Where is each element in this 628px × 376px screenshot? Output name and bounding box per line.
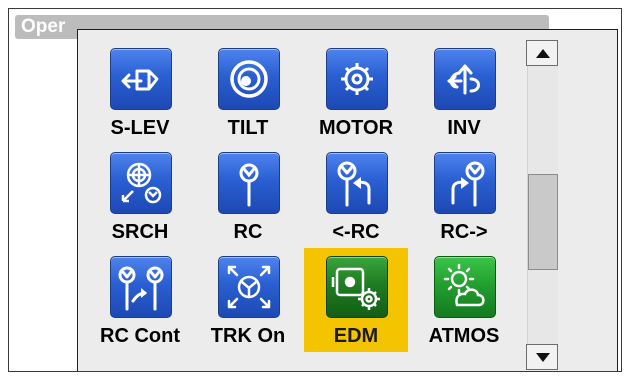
search-prism-icon [110, 152, 172, 214]
menu-item-rc-left[interactable]: <-RC [304, 144, 408, 248]
menu-item-label: RC [233, 221, 263, 243]
menu-item-label: RC Cont [100, 325, 180, 347]
menu-item-inv[interactable]: INV [412, 40, 516, 144]
menu-item-trk-on[interactable]: TRK On [196, 248, 300, 352]
window-title: Oper [21, 16, 66, 37]
edm-settings-icon [326, 256, 388, 318]
menu-item-label: TILT [227, 117, 269, 139]
menu-item-tilt[interactable]: TILT [196, 40, 300, 144]
tilt-icon [218, 48, 280, 110]
scroll-down-button[interactable] [526, 344, 558, 370]
menu-item-rc[interactable]: RC [196, 144, 300, 248]
menu-item-rc-right[interactable]: RC-> [412, 144, 516, 248]
scroll-up-button[interactable] [526, 40, 558, 66]
function-menu-popup: S-LEV TILT MOTOR INV SRCH RC <-RC RC-> R… [77, 29, 618, 371]
scrollbar-thumb[interactable] [528, 174, 558, 270]
menu-item-label: ATMOS [428, 325, 500, 347]
menu-item-motor[interactable]: MOTOR [304, 40, 408, 144]
menu-item-label: MOTOR [318, 117, 394, 139]
atmosphere-icon [434, 256, 496, 318]
s-lev-icon [110, 48, 172, 110]
tracking-icon [218, 256, 280, 318]
menu-item-s-lev[interactable]: S-LEV [88, 40, 192, 144]
rc-left-icon [326, 152, 388, 214]
menu-item-label: INV [447, 117, 481, 139]
arrow-down-icon [536, 353, 550, 362]
motor-gear-icon [326, 48, 388, 110]
menu-item-srch[interactable]: SRCH [88, 144, 192, 248]
menu-item-label: S-LEV [110, 117, 170, 139]
function-grid: S-LEV TILT MOTOR INV SRCH RC <-RC RC-> R… [88, 40, 528, 371]
remote-control-icon [218, 152, 280, 214]
menu-item-edm[interactable]: EDM [304, 248, 408, 352]
menu-item-rc-cont[interactable]: RC Cont [88, 248, 192, 352]
arrow-up-icon [536, 49, 550, 58]
menu-item-label: SRCH [111, 221, 169, 243]
menu-item-atmos[interactable]: ATMOS [412, 248, 516, 352]
main-screen: Oper S-LEV TILT MOTOR INV SRCH RC <-RC R… [8, 8, 622, 372]
rc-continuous-icon [110, 256, 172, 318]
menu-item-label: <-RC [332, 221, 380, 243]
menu-item-label: EDM [333, 325, 379, 347]
menu-item-label: TRK On [210, 325, 286, 347]
rc-right-icon [434, 152, 496, 214]
menu-item-label: RC-> [440, 221, 488, 243]
invert-icon [434, 48, 496, 110]
